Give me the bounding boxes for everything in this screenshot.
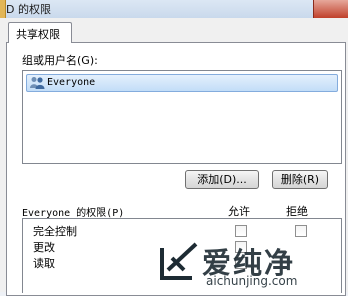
- allow-column-header: 允许: [228, 205, 250, 218]
- watermark-logo-icon: [160, 242, 198, 280]
- tab-share-permissions[interactable]: 共享权限: [8, 22, 72, 43]
- full-control-allow-checkbox[interactable]: [235, 225, 247, 237]
- add-button[interactable]: 添加(D)...: [185, 170, 259, 189]
- full-control-deny-checkbox[interactable]: [295, 225, 307, 237]
- window-title: D 的权限: [6, 3, 51, 16]
- watermark-url: aichunjing.com: [206, 274, 298, 288]
- permission-read-label: 读取: [33, 257, 55, 270]
- list-item-label: Everyone: [47, 77, 96, 88]
- tab-label: 共享权限: [16, 28, 60, 41]
- permissions-header: Everyone 的权限(P): [22, 208, 125, 219]
- permission-change-label: 更改: [33, 241, 55, 254]
- groups-label: 组或用户名(G):: [22, 54, 98, 67]
- title-bar: D 的权限: [0, 0, 348, 18]
- remove-button[interactable]: 删除(R): [272, 170, 328, 189]
- list-item[interactable]: Everyone: [26, 74, 338, 92]
- deny-column-header: 拒绝: [286, 205, 308, 218]
- close-button[interactable]: [313, 0, 348, 18]
- user-group-icon: [30, 77, 45, 89]
- group-user-listbox[interactable]: Everyone: [22, 70, 342, 164]
- permission-full-control-label: 完全控制: [33, 225, 77, 238]
